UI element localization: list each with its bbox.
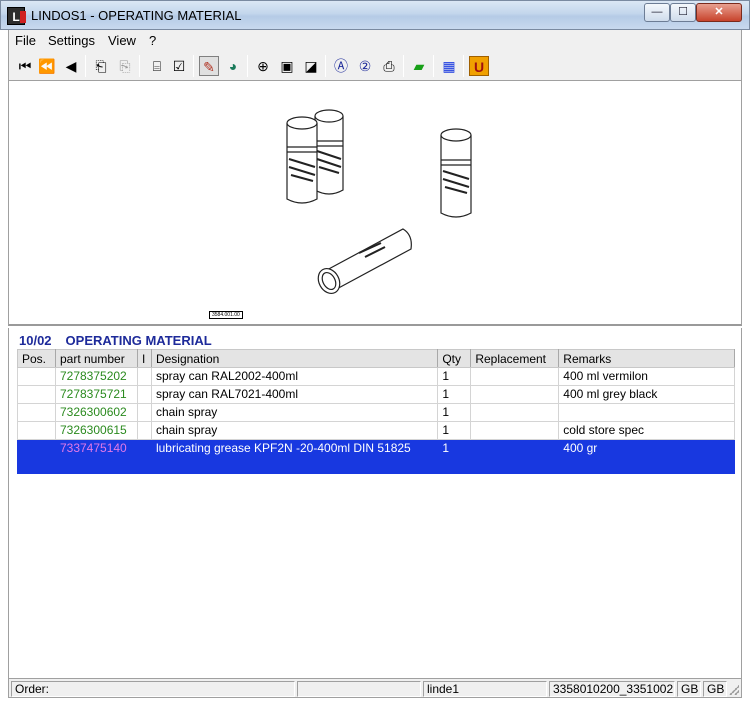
- user-field: linde1: [423, 681, 547, 697]
- checklist-icon[interactable]: ☑: [169, 56, 189, 76]
- exploded-view-illustration: [286, 109, 472, 295]
- title-bar: L LINDOS1 - OPERATING MATERIAL — ☐ ✕: [0, 0, 750, 30]
- app-icon: L: [7, 7, 26, 25]
- cell-pos: [17, 403, 56, 422]
- cell-i: [136, 439, 152, 474]
- section-number: 10/02: [19, 333, 52, 348]
- blue-grid-icon[interactable]: ▦: [439, 56, 459, 76]
- table-row[interactable]: 7326300602 chain spray 1: [17, 403, 735, 422]
- cell-part-number[interactable]: 7278375202: [54, 367, 138, 386]
- cell-qty: 1: [437, 439, 472, 474]
- cell-qty: 1: [437, 385, 472, 404]
- cell-pos: [17, 367, 56, 386]
- globe-icon[interactable]: ◕: [223, 56, 243, 76]
- drawing-reference: 3584.001.00: [209, 311, 243, 319]
- cell-replacement: [470, 385, 560, 404]
- parts-drawing[interactable]: 3584.001.00: [8, 81, 742, 326]
- cell-designation: lubricating grease KPF2N -20-400ml DIN 5…: [150, 439, 439, 474]
- cell-pos: [17, 421, 56, 440]
- menu-bar: File Settings View ?: [8, 30, 742, 51]
- section-title: OPERATING MATERIAL: [65, 333, 212, 348]
- first-icon[interactable]: ⏮: [15, 56, 35, 76]
- cell-i: [136, 403, 152, 422]
- table-row-selected[interactable]: 7337475140 lubricating grease KPF2N -20-…: [17, 439, 735, 474]
- cell-qty: 1: [437, 421, 472, 440]
- cell-part-number[interactable]: 7278375721: [54, 385, 138, 404]
- cell-part-number[interactable]: 7337475140: [54, 439, 138, 474]
- maximize-button[interactable]: ☐: [670, 3, 696, 22]
- table-row[interactable]: 7278375202 spray can RAL2002-400ml 1 400…: [17, 367, 735, 386]
- cell-designation: chain spray: [150, 403, 439, 422]
- cell-pos: [17, 385, 56, 404]
- forward-icon[interactable]: ⎘: [115, 56, 135, 76]
- cell-i: [136, 367, 152, 386]
- col-part-number[interactable]: part number: [54, 349, 138, 368]
- menu-help[interactable]: ?: [149, 33, 156, 48]
- cell-replacement: [470, 403, 560, 422]
- document-field: 3358010200_3351002: [549, 681, 675, 697]
- u-icon[interactable]: U: [469, 56, 489, 76]
- col-replacement[interactable]: Replacement: [470, 349, 560, 368]
- cell-designation: spray can RAL7021-400ml: [150, 385, 439, 404]
- cell-replacement: [470, 421, 560, 440]
- section-heading: 10/02 OPERATING MATERIAL: [19, 333, 212, 348]
- col-pos[interactable]: Pos.: [17, 349, 56, 368]
- col-i[interactable]: I: [136, 349, 152, 368]
- cell-qty: 1: [437, 367, 472, 386]
- cell-remarks: cold store spec: [558, 421, 735, 440]
- language-field-2: GB: [703, 681, 727, 697]
- order-field: Order:: [11, 681, 295, 697]
- cell-designation: spray can RAL2002-400ml: [150, 367, 439, 386]
- resize-grip[interactable]: [729, 685, 739, 695]
- cell-replacement: [470, 439, 560, 474]
- parts-list-panel: 10/02 OPERATING MATERIAL Pos. part number…: [8, 328, 742, 678]
- language-field: GB: [677, 681, 701, 697]
- col-designation[interactable]: Designation: [150, 349, 439, 368]
- table-header: Pos. part number I Designation Qty Repla…: [17, 349, 735, 368]
- cell-i: [136, 421, 152, 440]
- prev-page-icon[interactable]: ⏪: [37, 56, 57, 76]
- cart-icon[interactable]: ⌸: [147, 56, 167, 76]
- back-icon[interactable]: ⎗: [91, 56, 111, 76]
- col-qty[interactable]: Qty: [437, 349, 472, 368]
- prev-icon[interactable]: ◀: [61, 56, 81, 76]
- page-icon[interactable]: ▣: [277, 56, 297, 76]
- zoom-icon[interactable]: ⊕: [253, 56, 273, 76]
- mark-icon[interactable]: ✎: [199, 56, 219, 76]
- table-row[interactable]: 7326300615 chain spray 1 cold store spec: [17, 421, 735, 440]
- a-circle-icon[interactable]: Ⓐ: [331, 56, 351, 76]
- page-edit-icon[interactable]: ◪: [301, 56, 321, 76]
- cell-designation: chain spray: [150, 421, 439, 440]
- status-empty: [297, 681, 421, 697]
- green-book-icon[interactable]: ▰: [409, 56, 429, 76]
- toolbar: ⏮ ⏪ ◀ ⎗ ⎘ ⌸ ☑ ✎ ◕ ⊕ ▣ ◪ Ⓐ ② ⎙ ▰ ▦ U: [8, 51, 742, 81]
- cell-part-number[interactable]: 7326300602: [54, 403, 138, 422]
- status-bar: Order: linde1 3358010200_3351002 GB GB: [8, 678, 742, 698]
- cell-remarks: 400 ml vermilon: [558, 367, 735, 386]
- cell-remarks: [558, 403, 735, 422]
- cell-qty: 1: [437, 403, 472, 422]
- menu-file[interactable]: File: [15, 33, 36, 48]
- cell-pos: [17, 439, 56, 474]
- menu-settings[interactable]: Settings: [48, 33, 95, 48]
- col-remarks[interactable]: Remarks: [558, 349, 735, 368]
- close-button[interactable]: ✕: [696, 3, 742, 22]
- cell-part-number[interactable]: 7326300615: [54, 421, 138, 440]
- print-icon[interactable]: ⎙: [379, 56, 399, 76]
- cell-replacement: [470, 367, 560, 386]
- 2-circle-icon[interactable]: ②: [355, 56, 375, 76]
- menu-view[interactable]: View: [108, 33, 136, 48]
- minimize-button[interactable]: —: [644, 3, 670, 22]
- cell-remarks: 400 ml grey black: [558, 385, 735, 404]
- parts-table: Pos. part number I Designation Qty Repla…: [17, 349, 735, 474]
- cell-remarks: 400 gr: [558, 439, 735, 474]
- table-row[interactable]: 7278375721 spray can RAL7021-400ml 1 400…: [17, 385, 735, 404]
- window-title: LINDOS1 - OPERATING MATERIAL: [31, 8, 242, 23]
- cell-i: [136, 385, 152, 404]
